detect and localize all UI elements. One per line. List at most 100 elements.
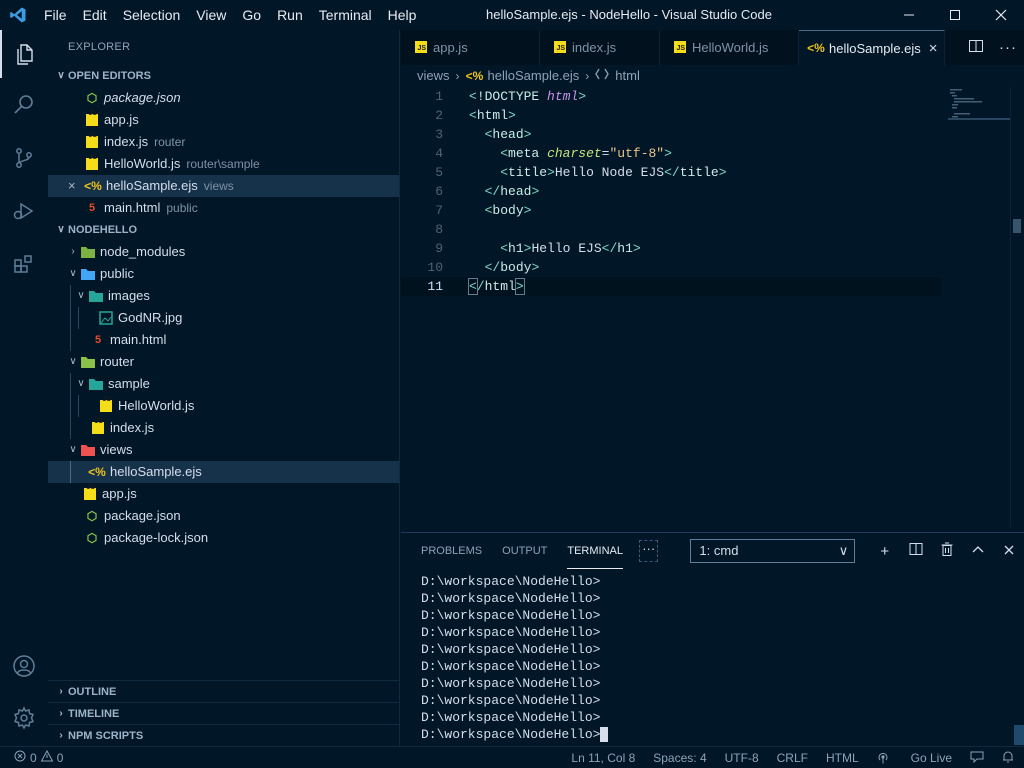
menu-help[interactable]: Help xyxy=(380,0,425,30)
terminal-line: D:\workspace\NodeHello> xyxy=(421,608,601,623)
explorer-icon[interactable] xyxy=(0,30,48,78)
error-icon xyxy=(14,750,26,765)
terminal-select[interactable]: 1: cmd ∨ xyxy=(690,539,856,563)
minimize-button[interactable] xyxy=(886,0,932,30)
tree-folder[interactable]: ∨ sample xyxy=(48,373,399,395)
breadcrumb-symbol[interactable]: html xyxy=(615,65,640,87)
tree-folder[interactable]: ∨ views xyxy=(48,439,399,461)
maximize-panel-icon[interactable] xyxy=(962,543,993,560)
more-actions-icon[interactable]: ··· xyxy=(992,39,1024,56)
chevron-right-icon: › xyxy=(71,246,75,257)
breadcrumb-file[interactable]: helloSample.ejs xyxy=(488,65,580,87)
chevron-right-icon: › xyxy=(59,685,63,697)
indentation[interactable]: Spaces: 4 xyxy=(653,751,706,765)
split-terminal-icon[interactable] xyxy=(900,542,931,560)
tree-folder[interactable]: ∨ public xyxy=(48,263,399,285)
open-editors-header[interactable]: ∨ OPEN EDITORS xyxy=(48,65,399,87)
notifications-bell-icon[interactable] xyxy=(1002,750,1014,766)
open-editor-item-active[interactable]: × <% helloSample.ejs views xyxy=(48,175,399,197)
open-editor-item[interactable]: 5 main.html public xyxy=(48,197,399,219)
breadcrumb-folder[interactable]: views xyxy=(417,65,450,87)
tab-helloworld-js[interactable]: JS HelloWorld.js xyxy=(660,30,799,65)
close-panel-icon[interactable] xyxy=(993,543,1024,560)
npm-scripts-header[interactable]: › NPM SCRIPTS xyxy=(48,724,400,746)
tab-terminal[interactable]: TERMINAL xyxy=(567,533,623,569)
tab-output[interactable]: OUTPUT xyxy=(502,533,547,569)
menu-file[interactable]: File xyxy=(36,0,75,30)
outline-header[interactable]: › OUTLINE xyxy=(48,680,400,702)
folder-open-icon xyxy=(88,288,104,304)
tree-file-active[interactable]: <% helloSample.ejs xyxy=(48,461,399,483)
tab-index-js[interactable]: JS index.js xyxy=(540,30,660,65)
extensions-icon[interactable] xyxy=(0,240,48,288)
terminal-cursor xyxy=(600,727,609,743)
tab-hellosample-ejs[interactable]: <% helloSample.ejs × xyxy=(799,30,945,65)
tree-folder[interactable]: ∨ images xyxy=(48,285,399,307)
open-editor-item[interactable]: JS HelloWorld.js router\sample xyxy=(48,153,399,175)
panel-more-button[interactable]: ··· xyxy=(639,540,659,562)
open-editor-item[interactable]: ⬡ package.json xyxy=(48,87,399,109)
editor-scrollbar[interactable] xyxy=(1010,87,1024,527)
go-live-button[interactable]: Go Live xyxy=(877,751,952,765)
tree-folder[interactable]: › node_modules xyxy=(48,241,399,263)
menu-view[interactable]: View xyxy=(188,0,234,30)
terminal-scrollbar-thumb[interactable] xyxy=(1014,725,1024,745)
ejs-file-icon: <% xyxy=(807,41,825,55)
menu-edit[interactable]: Edit xyxy=(75,0,115,30)
menu-run[interactable]: Run xyxy=(269,0,311,30)
search-icon[interactable] xyxy=(0,80,48,128)
terminal-line: D:\workspace\NodeHello> xyxy=(421,693,601,708)
chevron-down-icon: ∨ xyxy=(57,224,65,235)
feedback-icon[interactable] xyxy=(970,751,984,766)
maximize-button[interactable] xyxy=(932,0,978,30)
chevron-down-icon: ∨ xyxy=(69,444,77,455)
title-bar: File Edit Selection View Go Run Terminal… xyxy=(0,0,1024,30)
html-file-icon: 5 xyxy=(94,334,102,346)
settings-gear-icon[interactable] xyxy=(0,694,48,742)
menu-go[interactable]: Go xyxy=(234,0,269,30)
explorer-sidebar: EXPLORER ∨ OPEN EDITORS ⬡ package.json J… xyxy=(48,30,400,746)
chevron-down-icon: ∨ xyxy=(69,356,77,367)
chevron-down-icon: ∨ xyxy=(69,268,77,279)
project-header[interactable]: ∨ NODEHELLO xyxy=(48,219,399,241)
open-editor-item[interactable]: JS app.js xyxy=(48,109,399,131)
problems-status[interactable]: 0 0 xyxy=(0,749,63,765)
tree-file[interactable]: JS index.js xyxy=(48,417,399,439)
new-terminal-icon[interactable]: + xyxy=(869,543,900,560)
tree-file[interactable]: GodNR.jpg xyxy=(48,307,399,329)
encoding[interactable]: UTF-8 xyxy=(725,751,759,765)
terminal-line: D:\workspace\NodeHello> xyxy=(421,625,601,640)
folder-icon xyxy=(80,244,96,260)
trash-icon[interactable] xyxy=(931,542,962,560)
code-line: 1 <!DOCTYPE html> xyxy=(435,89,587,104)
run-debug-icon[interactable] xyxy=(0,186,48,234)
source-control-icon[interactable] xyxy=(0,134,48,182)
tree-folder[interactable]: ∨ router xyxy=(48,351,399,373)
accounts-icon[interactable] xyxy=(0,642,48,690)
code-editor[interactable]: 1 <!DOCTYPE html> 2 <html> 3 <head> 4 <met… xyxy=(401,87,941,527)
chevron-down-icon: ∨ xyxy=(77,290,85,301)
tree-file[interactable]: ⬡ package.json xyxy=(48,505,399,527)
close-tab-icon[interactable]: × xyxy=(929,40,938,57)
code-line: 6 </head> xyxy=(435,184,540,199)
tab-problems[interactable]: PROBLEMS xyxy=(421,533,482,569)
close-editor-icon[interactable]: × xyxy=(68,175,84,197)
menu-terminal[interactable]: Terminal xyxy=(311,0,380,30)
timeline-header[interactable]: › TIMELINE xyxy=(48,702,400,724)
close-window-button[interactable] xyxy=(978,0,1024,30)
tree-file[interactable]: JS app.js xyxy=(48,483,399,505)
minimap[interactable] xyxy=(948,87,1010,127)
code-line: 5 <title>Hello Node EJS</title> xyxy=(435,165,727,180)
scrollbar-thumb[interactable] xyxy=(1013,219,1021,233)
terminal-output[interactable]: D:\workspace\NodeHello> D:\workspace\Nod… xyxy=(401,569,1024,743)
line-ending[interactable]: CRLF xyxy=(777,751,808,765)
split-editor-icon[interactable] xyxy=(960,38,992,57)
open-editor-item[interactable]: JS index.js router xyxy=(48,131,399,153)
cursor-position[interactable]: Ln 11, Col 8 xyxy=(571,751,635,765)
language-mode[interactable]: HTML xyxy=(826,751,859,765)
tree-file[interactable]: ⬡ package-lock.json xyxy=(48,527,399,549)
html-file-icon: 5 xyxy=(88,202,96,214)
menu-selection[interactable]: Selection xyxy=(115,0,189,30)
tab-app-js[interactable]: JS app.js xyxy=(401,30,540,65)
tree-file[interactable]: 5 main.html xyxy=(48,329,399,351)
